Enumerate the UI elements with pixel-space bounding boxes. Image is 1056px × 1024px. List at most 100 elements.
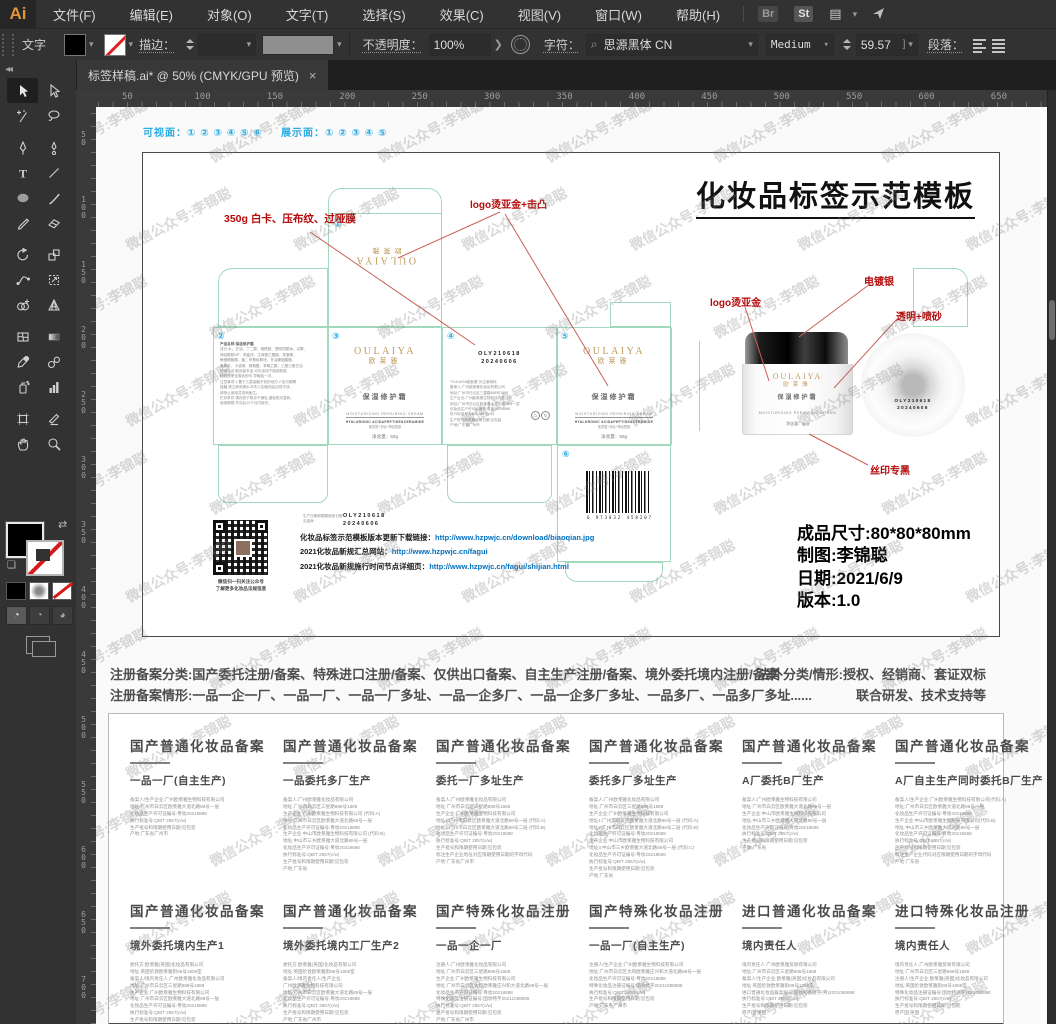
stroke-swatch[interactable] — [26, 540, 64, 576]
close-icon[interactable]: × — [309, 68, 317, 83]
jar-lid-top-view[interactable]: OLY21061820240606 — [861, 333, 965, 437]
brush-definition-combo[interactable] — [262, 35, 334, 55]
jar-body[interactable]: OULAIYA 欧莱雅 保湿修护霜 MOISTURIZING REPAIRING… — [742, 364, 853, 435]
menu-item-2[interactable]: 对象(O) — [190, 0, 269, 28]
paintbrush-tool[interactable] — [38, 185, 69, 210]
jar-lid[interactable] — [745, 332, 848, 364]
font-size-combo[interactable]: 59.57 ] ▾ — [856, 34, 918, 56]
character-label[interactable]: 字符： — [544, 36, 580, 53]
case-card[interactable]: 国产普通化妆品备案 境外委托境内工厂生产2 委托方:欧莱雅(英国)化妆品有限公司… — [283, 900, 431, 1024]
case-card[interactable]: 进口特殊化妆品注册 境内责任人 境内责任人:广州欧莱雅贸易有限公司地址:广州市白… — [895, 900, 1043, 1024]
menu-item-8[interactable]: 帮助(H) — [659, 0, 737, 28]
mesh-tool[interactable] — [7, 324, 38, 349]
font-family-combo[interactable]: ⌕ 思源黑体 CN ▾ — [586, 34, 758, 56]
shape-builder-tool[interactable] — [7, 292, 38, 317]
column-graph-tool[interactable] — [38, 374, 69, 399]
blend-tool[interactable] — [38, 349, 69, 374]
align-left-icon[interactable] — [973, 39, 986, 51]
case-card[interactable]: 国产普通化妆品备案 委托多厂多址生产 备案人:广州欧莱雅化妆品有限公司地址:广州… — [589, 735, 737, 900]
align-center-icon[interactable] — [992, 39, 1005, 51]
dieline-bottom-flap-4[interactable] — [447, 445, 552, 503]
magic-wand-tool[interactable] — [7, 103, 38, 128]
link-url[interactable]: http://www.hzpwjc.cn/download/biaoqian.j… — [435, 533, 594, 542]
menu-item-6[interactable]: 视图(V) — [501, 0, 578, 28]
dieline-panel-3[interactable]: OULAIYA欧莱雅 保湿修护霜 MOISTURIZING REPAIRING … — [328, 327, 442, 445]
line-segment-tool[interactable] — [38, 160, 69, 185]
case-card[interactable]: 国产普通化妆品备案 一品一厂(自主生产) 备案人/生产企业:广州欧莱雅生物科技有… — [130, 735, 278, 900]
recolor-artwork-icon[interactable] — [511, 35, 530, 54]
default-fill-stroke-icon[interactable]: ❏ — [7, 560, 16, 571]
stroke-weight-combo[interactable]: ▾ — [198, 34, 256, 56]
panel-grip[interactable] — [2, 34, 14, 56]
symbol-sprayer-tool[interactable] — [7, 374, 38, 399]
chevron-down-icon[interactable]: ▾ — [337, 39, 342, 50]
link-url[interactable]: http://www.hzpwjc.cn/fagui/shijian.html — [429, 562, 569, 571]
annotation-plating[interactable]: 电镀银 — [864, 273, 894, 288]
lasso-tool[interactable] — [38, 103, 69, 128]
direct-selection-tool[interactable] — [38, 78, 69, 103]
draw-normal-button[interactable]: ◔ — [6, 606, 27, 625]
ellipse-tool[interactable] — [7, 185, 38, 210]
app-logo[interactable]: Ai — [0, 0, 36, 28]
scale-tool[interactable] — [38, 242, 69, 267]
visible-faces-legend[interactable]: 可视面：① ② ③ ④ ⑤ ⑥ — [143, 124, 263, 139]
annotation-material[interactable]: 350g 白卡、压布纹、过哑膜 — [224, 211, 356, 226]
ruler-origin-box[interactable] — [76, 90, 97, 108]
annotation-foil[interactable]: logo烫亚金 — [710, 294, 761, 309]
vertical-ruler[interactable]: 5010015020025030035040045050055060065070… — [76, 107, 97, 1024]
case-card[interactable]: 国产普通化妆品备案 一品委托多厂生产 备案人:广州欧莱雅化妆品有限公司地址:广州… — [283, 735, 431, 900]
spec-info-block[interactable]: 成品尺寸:80*80*80mm制图:李锦聪日期:2021/6/9版本:1.0 — [797, 523, 971, 613]
dieline-lid-panel-1[interactable]: OULAIYA欧莱雅 — [328, 188, 442, 327]
workspace-switcher-icon[interactable]: ▤ — [829, 6, 841, 22]
eraser-tool[interactable] — [38, 210, 69, 235]
none-mode-button[interactable] — [52, 582, 72, 600]
case-card[interactable]: 国产普通化妆品备案 委托一厂多址生产 备案人:广州欧莱雅化妆品有限公司地址:广州… — [436, 735, 584, 900]
case-card[interactable]: 进口普通化妆品备案 境内责任人 境内责任人:广州欧莱雅贸易有限公司地址:广州市白… — [742, 900, 890, 1024]
stroke-color-swatch[interactable] — [104, 34, 126, 56]
chevron-down-icon[interactable]: ▾ — [129, 39, 134, 50]
display-faces-legend[interactable]: 展示面：① ② ③ ④ ⑤ — [281, 124, 387, 139]
gradient-tool[interactable] — [38, 324, 69, 349]
fill-color-swatch[interactable] — [64, 34, 86, 56]
font-size-stepper[interactable] — [842, 36, 853, 54]
share-icon[interactable] — [871, 5, 887, 24]
horizontal-ruler[interactable]: 50100150200250300350400450500550600650 — [96, 90, 1047, 108]
menu-item-5[interactable]: 效果(C) — [423, 0, 501, 28]
menu-item-7[interactable]: 窗口(W) — [578, 0, 659, 28]
perspective-grid-tool[interactable] — [38, 292, 69, 317]
paragraph-label[interactable]: 段落： — [928, 36, 964, 53]
dieline-panel-4[interactable]: OLY21061820240606 "OULAIYA欧莱雅"为注册商标备案人:广… — [442, 327, 557, 445]
case-card[interactable]: 国产普通化妆品备案 境外委托境内生产1 委托方:欧莱雅(英国)化妆品有限公司地址… — [130, 900, 278, 1024]
bridge-icon[interactable]: Br — [758, 6, 778, 22]
width-tool[interactable] — [7, 267, 38, 292]
dieline-panel-5[interactable]: OULAIYA欧莱雅 保湿修护霜 MOISTURIZING REPAIRING … — [557, 327, 671, 445]
opacity-value[interactable]: 100% — [429, 34, 491, 56]
case-card[interactable]: 国产普通化妆品备案 A厂自主生产同时委托B厂生产 备案人/生产企业:广州欧莱雅生… — [895, 735, 1043, 900]
chevron-right-icon[interactable]: ❯ — [494, 38, 503, 51]
artboard-tool[interactable] — [7, 406, 38, 431]
dieline-bottom-flap-2[interactable] — [218, 445, 328, 503]
draw-inside-button[interactable]: ◕ — [52, 606, 73, 625]
color-mode-button[interactable] — [6, 582, 26, 600]
document-tab[interactable]: 标签样稿.ai* @ 50% (CMYK/GPU 预览) × — [76, 60, 328, 90]
scrollbar-thumb[interactable] — [1049, 300, 1055, 340]
dieline-panel-2[interactable]: 产品名称:保湿修护霜成分:水、甘油、丁二醇、烟酰胺、透明质酸钠、泛醇、神经酰胺N… — [213, 327, 328, 445]
menu-item-4[interactable]: 选择(S) — [345, 0, 422, 28]
annotation-frost[interactable]: 透明+喷砂 — [896, 308, 942, 323]
gradient-mode-button[interactable] — [29, 582, 49, 600]
chevron-down-icon[interactable]: ▾ — [89, 39, 94, 50]
qr-code[interactable] — [213, 520, 268, 575]
dieline-top-flap-left[interactable] — [218, 268, 328, 327]
rotate-tool[interactable] — [7, 242, 38, 267]
free-transform-tool[interactable] — [38, 267, 69, 292]
dieline-dust-flap[interactable] — [610, 302, 671, 327]
draw-behind-button[interactable]: ◔ — [29, 606, 50, 625]
stroke-label[interactable]: 描边： — [139, 36, 175, 53]
opacity-label[interactable]: 不透明度： — [363, 36, 423, 53]
annotation-foil-emboss[interactable]: logo烫亚金+击凸 — [470, 196, 547, 211]
stroke-weight-stepper[interactable] — [184, 36, 195, 54]
menu-item-3[interactable]: 文字(T) — [269, 0, 346, 28]
pen-tool[interactable] — [7, 135, 38, 160]
zoom-tool[interactable] — [38, 431, 69, 456]
link-url[interactable]: http://www.hzpwjc.cn/fagui — [392, 547, 488, 556]
